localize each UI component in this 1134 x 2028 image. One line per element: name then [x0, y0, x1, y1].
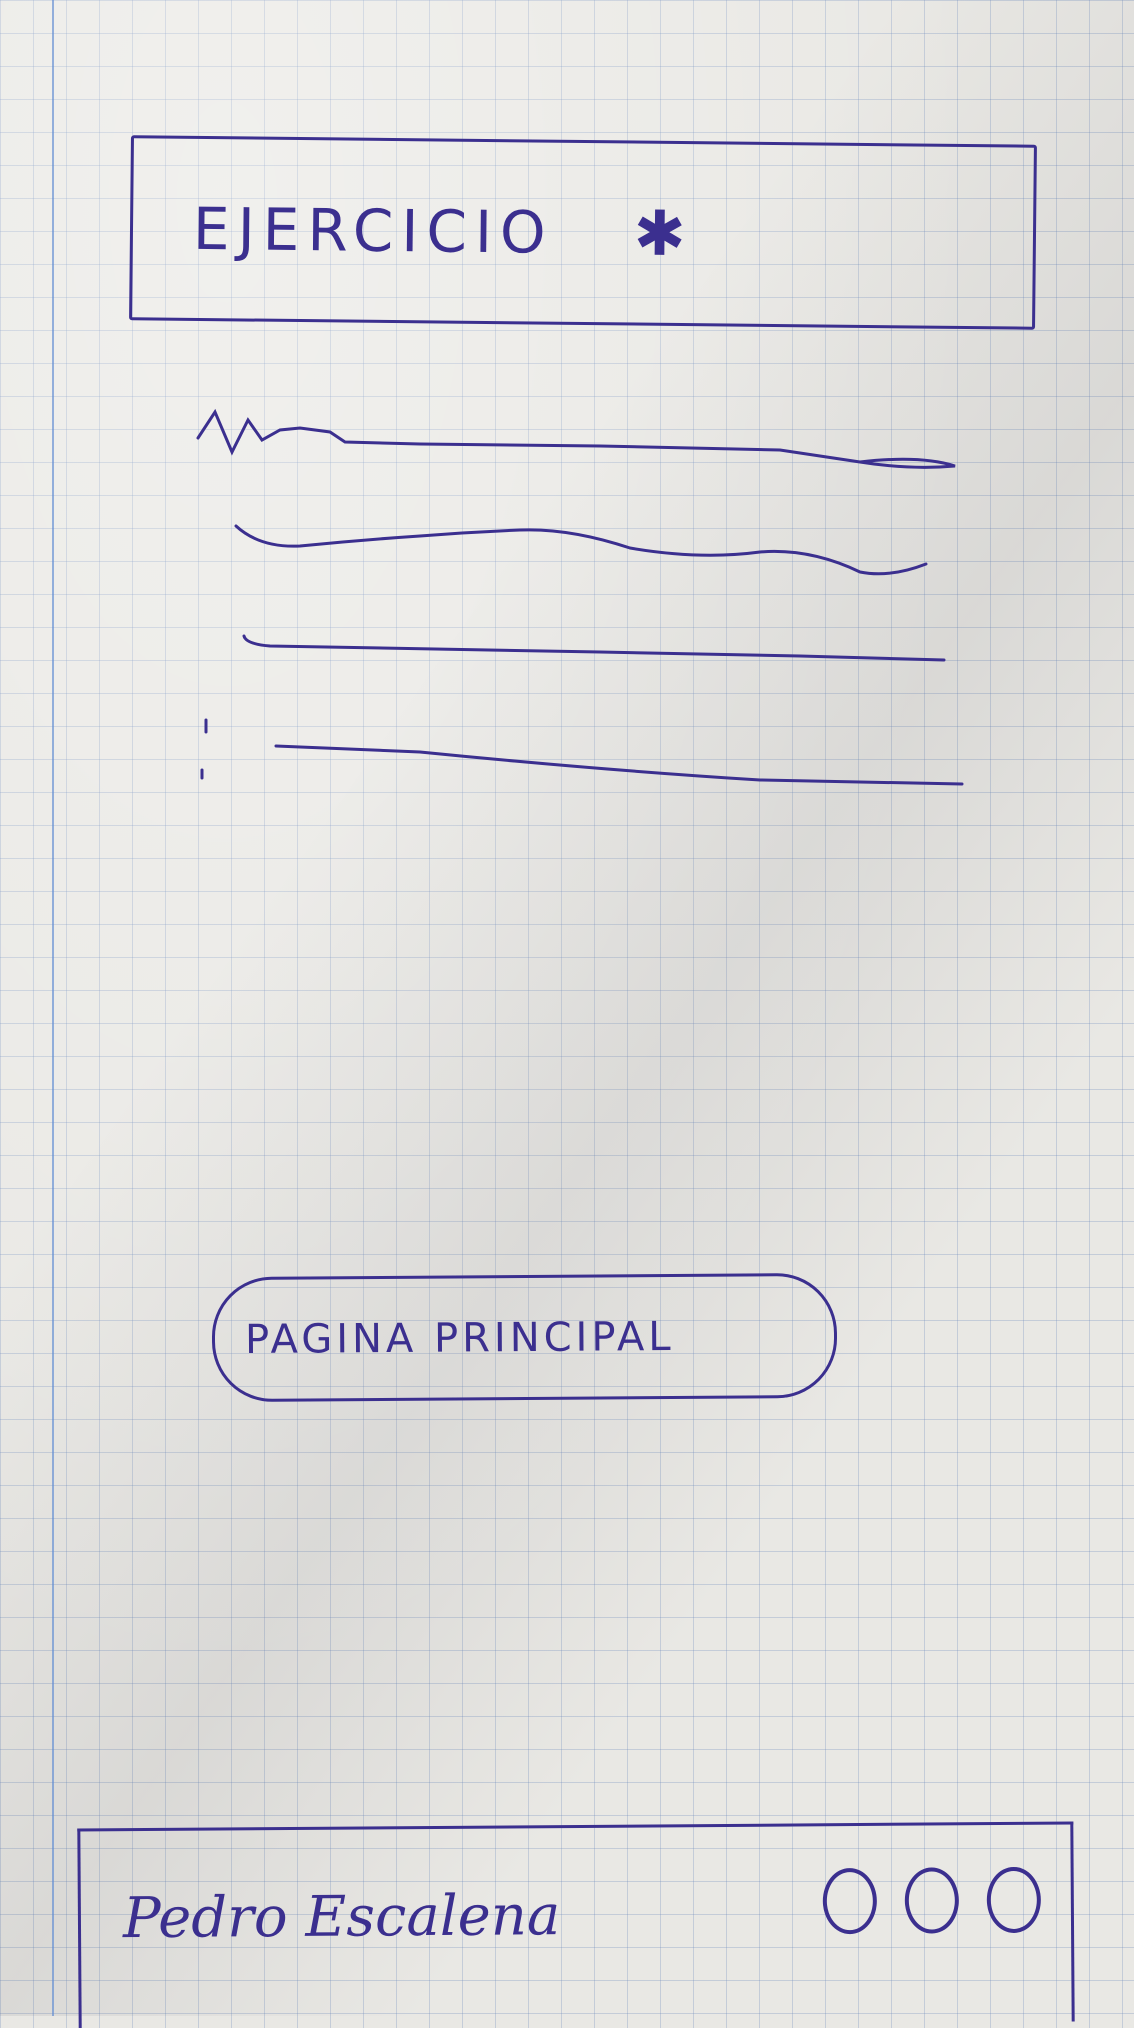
main-page-button[interactable]: PAGINA PRINCIPAL [211, 1272, 838, 1403]
text-line-2 [234, 524, 928, 576]
more-options-icon[interactable] [822, 1866, 1042, 1935]
user-name: Pedro Escalena [122, 1883, 561, 1952]
text-line-1 [196, 408, 956, 469]
dot-icon [986, 1866, 1042, 1934]
bullet-mark [200, 718, 208, 780]
content-text-block [196, 408, 964, 786]
dot-icon [904, 1867, 960, 1934]
dot-icon [822, 1867, 878, 1935]
text-line-3 [242, 634, 946, 662]
footer-bar: Pedro Escalena [77, 1821, 1075, 2028]
text-line-4 [274, 744, 964, 786]
